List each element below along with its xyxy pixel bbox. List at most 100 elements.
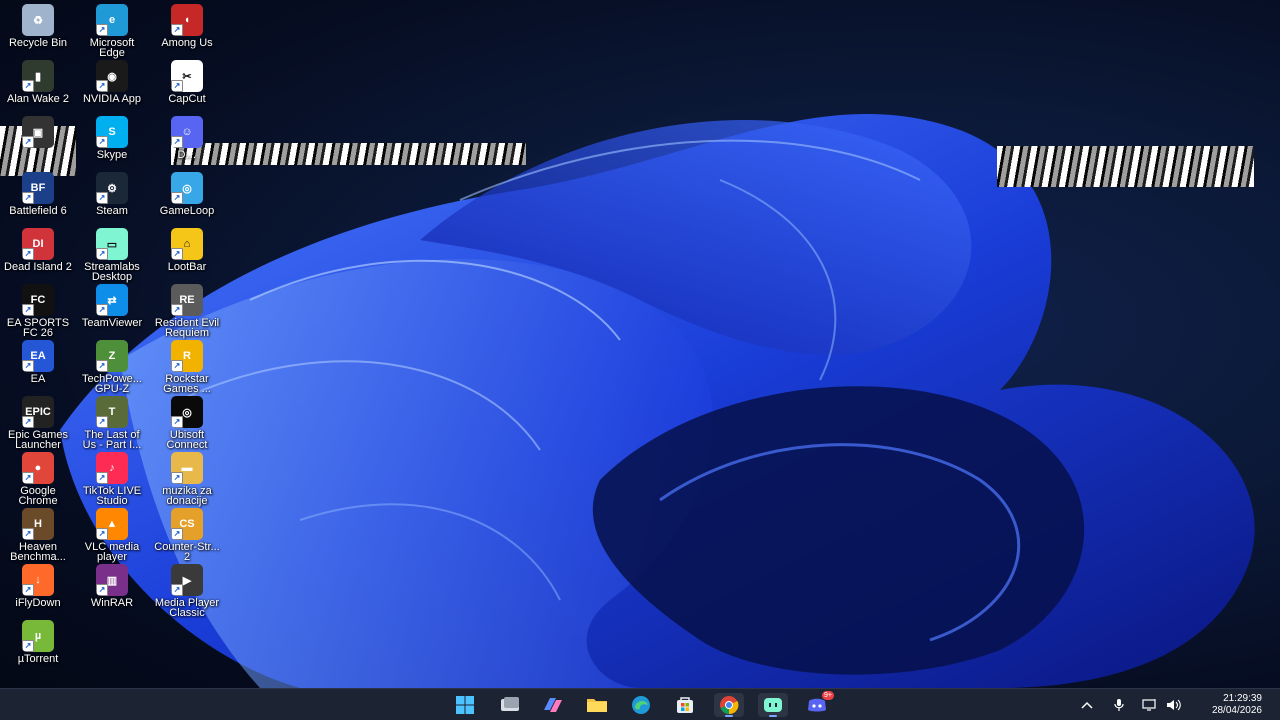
capcut-icon: ✂ ↗	[171, 60, 203, 92]
chrome-icon	[720, 696, 739, 715]
chrome-taskbar-button[interactable]	[714, 693, 744, 717]
microsoft-store-button[interactable]	[670, 693, 700, 717]
desktop-icon-label: Google Chrome	[18, 485, 58, 507]
shortcut-arrow-icon: ↗	[22, 136, 34, 148]
shortcut-arrow-icon: ↗	[22, 640, 34, 652]
desktop-icon-label: Media Player Classic	[154, 597, 220, 619]
desktop-icon-rockstar[interactable]: R ↗ Rockstar Games ...	[149, 340, 225, 395]
shortcut-arrow-icon: ↗	[96, 136, 108, 148]
desktop-icon-edge[interactable]: e ↗ Microsoft Edge	[74, 4, 150, 59]
vlc-icon: ▲ ↗	[96, 508, 128, 540]
desktop-icon-game-shortcut[interactable]: ▣ ↗	[0, 116, 76, 150]
desktop-icon-tiktok-live[interactable]: ♪ ↗ TikTok LIVE Studio	[74, 452, 150, 507]
desktop-icon-teamviewer[interactable]: ⇄ ↗ TeamViewer	[74, 284, 150, 329]
desktop-icon-recycle-bin[interactable]: ♻ Recycle Bin	[0, 4, 76, 49]
streamlabs-icon	[764, 698, 782, 712]
shortcut-arrow-icon: ↗	[96, 304, 108, 316]
desktop-icon-capcut[interactable]: ✂ ↗ CapCut	[149, 60, 225, 105]
desktop-icon-epic-games[interactable]: EPIC ↗ Epic Games Launcher	[0, 396, 76, 451]
copilot-button[interactable]	[538, 693, 568, 717]
desktop-icon-among-us[interactable]: ◖ ↗ Among Us	[149, 4, 225, 49]
desktop-icon-ea[interactable]: EA ↗ EA	[0, 340, 76, 385]
shortcut-arrow-icon: ↗	[96, 80, 108, 92]
discord-icon: ☺ ↗	[171, 116, 203, 148]
nvidia-icon: ◉ ↗	[96, 60, 128, 92]
desktop-icon-label: TechPowe... GPU-Z	[82, 373, 142, 395]
desktop-icon-counter-strike[interactable]: CS ↗ Counter-Str... 2	[149, 508, 225, 563]
windows-start-icon	[456, 696, 474, 714]
network-button[interactable]	[1142, 697, 1158, 713]
heaven-benchmark-icon: H ↗	[22, 508, 54, 540]
microphone-icon	[1114, 699, 1124, 711]
desktop-icon-lootbar[interactable]: ⌂ ↗ LootBar	[149, 228, 225, 273]
steam-icon: ⚙ ↗	[96, 172, 128, 204]
volume-button[interactable]	[1166, 697, 1182, 713]
desktop-icon-dead-island[interactable]: DI ↗ Dead Island 2	[0, 228, 76, 273]
among-us-icon: ◖ ↗	[171, 4, 203, 36]
edge-icon	[632, 696, 650, 714]
desktop-icon-media-player-classic[interactable]: ▶ ↗ Media Player Classic	[149, 564, 225, 619]
ea-icon: EA ↗	[22, 340, 54, 372]
network-icon	[1142, 699, 1156, 711]
desktop-icon-label: NVIDIA App	[82, 93, 142, 105]
desktop-icon-utorrent[interactable]: µ ↗ µTorrent	[0, 620, 76, 665]
shortcut-arrow-icon: ↗	[171, 416, 183, 428]
edge-icon: e ↗	[96, 4, 128, 36]
streamlabs-taskbar-button[interactable]	[758, 693, 788, 717]
desktop-icon-label: Rockstar Games ...	[163, 373, 211, 395]
desktop-icon-label: Recycle Bin	[8, 37, 68, 49]
shortcut-arrow-icon: ↗	[22, 192, 34, 204]
desktop-icon-streamlabs[interactable]: ▭ ↗ Streamlabs Desktop	[74, 228, 150, 283]
desktop-icon-folder[interactable]: ▬ ↗ muzika za donacije	[149, 452, 225, 507]
file-explorer-button[interactable]	[582, 693, 612, 717]
microsoft-store-icon	[677, 697, 693, 713]
desktop-icon-last-of-us[interactable]: T ↗ The Last of Us - Part I...	[74, 396, 150, 451]
counter-strike-icon: CS ↗	[171, 508, 203, 540]
discord-taskbar-button[interactable]: 9+	[802, 691, 834, 717]
show-hidden-icons-button[interactable]	[1079, 697, 1095, 713]
desktop-icon-steam[interactable]: ⚙ ↗ Steam	[74, 172, 150, 217]
desktop-icon-nvidia[interactable]: ◉ ↗ NVIDIA App	[74, 60, 150, 105]
desktop-icon-winrar[interactable]: ▥ ↗ WinRAR	[74, 564, 150, 609]
microphone-button[interactable]	[1111, 697, 1127, 713]
shortcut-arrow-icon: ↗	[96, 416, 108, 428]
desktop-icon-battlefield[interactable]: BF ↗ Battlefield 6	[0, 172, 76, 217]
chrome-icon: ● ↗	[22, 452, 54, 484]
desktop-icon-label: Streamlabs Desktop	[84, 261, 140, 283]
chevron-up-icon	[1081, 701, 1093, 709]
rockstar-icon: R ↗	[171, 340, 203, 372]
shortcut-arrow-icon: ↗	[22, 472, 34, 484]
overlay-image-right	[997, 146, 1254, 187]
winrar-icon: ▥ ↗	[96, 564, 128, 596]
desktop-icon-heaven-benchmark[interactable]: H ↗ Heaven Benchma...	[0, 508, 76, 563]
desktop-icon-resident-evil[interactable]: RE ↗ Resident Evil Requiem	[149, 284, 225, 339]
desktop-icon-ubisoft[interactable]: ◎ ↗ Ubisoft Connect	[149, 396, 225, 451]
start-button[interactable]	[450, 693, 480, 717]
shortcut-arrow-icon: ↗	[22, 304, 34, 316]
desktop-icon-label: EA SPORTS FC 26	[6, 317, 70, 339]
shortcut-arrow-icon: ↗	[22, 248, 34, 260]
shortcut-arrow-icon: ↗	[22, 528, 34, 540]
desktop-icon-label: Alan Wake 2	[7, 93, 69, 105]
task-view-button[interactable]	[495, 693, 525, 717]
shortcut-arrow-icon: ↗	[96, 24, 108, 36]
desktop-icon-gpuz[interactable]: Z ↗ TechPowe... GPU-Z	[74, 340, 150, 395]
desktop-icon-skype[interactable]: S ↗ Skype	[74, 116, 150, 161]
desktop-icon-gameloop[interactable]: ◎ ↗ GameLoop	[149, 172, 225, 217]
dead-island-icon: DI ↗	[22, 228, 54, 260]
desktop-icon-alan-wake[interactable]: ▮ ↗ Alan Wake 2	[0, 60, 76, 105]
desktop-icon-iflydown[interactable]: ↓ ↗ iFlyDown	[0, 564, 76, 609]
ea-fc-icon: FC ↗	[22, 284, 54, 316]
teamviewer-icon: ⇄ ↗	[96, 284, 128, 316]
desktop-icon-vlc[interactable]: ▲ ↗ VLC media player	[74, 508, 150, 563]
desktop-icon-chrome[interactable]: ● ↗ Google Chrome	[0, 452, 76, 507]
system-clock[interactable]: 21:29:39 28/04/2026	[1212, 693, 1262, 717]
desktop-icon-discord[interactable]: ☺ ↗ D…	[149, 116, 225, 161]
desktop-icon-label: Dead Island 2	[4, 261, 72, 273]
shortcut-arrow-icon: ↗	[171, 192, 183, 204]
edge-taskbar-button[interactable]	[626, 693, 656, 717]
desktop-icon-ea-fc[interactable]: FC ↗ EA SPORTS FC 26	[0, 284, 76, 339]
volume-icon	[1167, 699, 1181, 711]
taskbar: 9+ 21:29:39 28/04/2026	[0, 688, 1280, 720]
desktop-icon-label: Among Us	[161, 37, 213, 49]
